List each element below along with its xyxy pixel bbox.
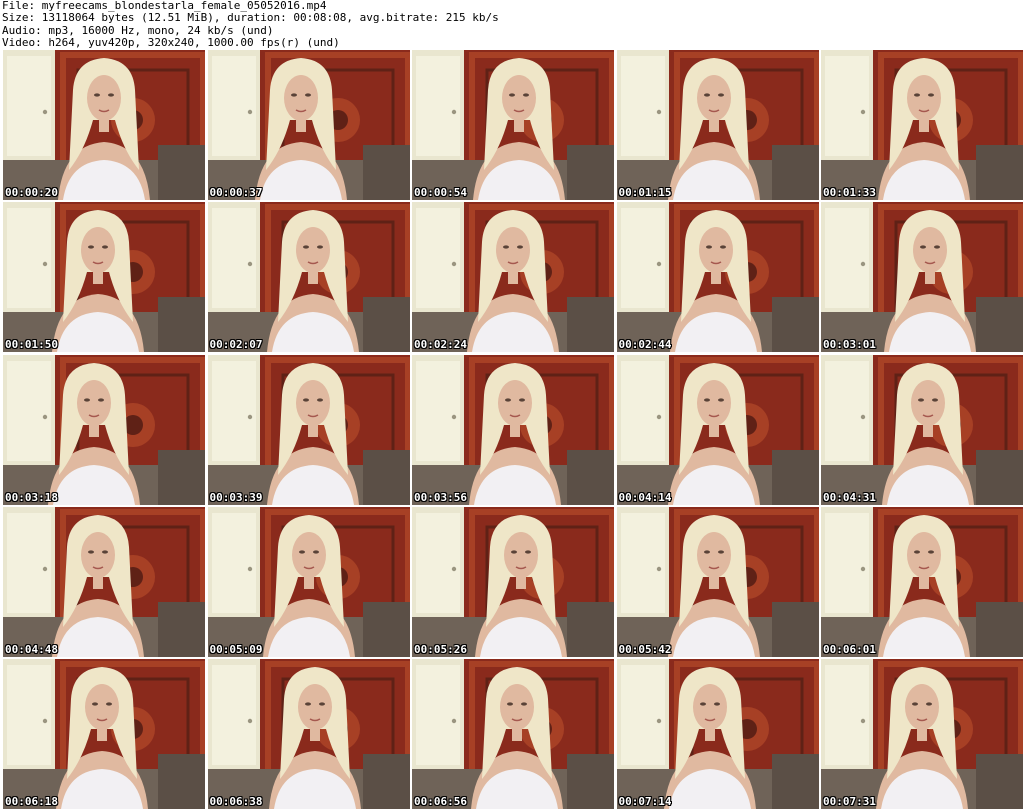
thumbnail-frame[interactable]: 00:01:15 bbox=[616, 50, 819, 200]
thumbnail-image bbox=[207, 202, 410, 353]
thumbnail-image bbox=[412, 202, 614, 353]
thumbnail-frame[interactable]: 00:06:56 bbox=[412, 659, 614, 810]
thumbnail-image bbox=[616, 202, 819, 353]
thumbnail-frame[interactable]: 00:00:37 bbox=[207, 50, 410, 200]
thumbnail-image bbox=[412, 659, 614, 810]
timestamp-label: 00:02:07 bbox=[209, 338, 263, 352]
file-info-header: File: myfreecams_blondestarla_female_050… bbox=[0, 0, 1024, 50]
thumbnail-image bbox=[412, 506, 614, 657]
thumbnail-image bbox=[616, 50, 819, 200]
thumbnail-image bbox=[207, 50, 410, 200]
thumbnail-frame[interactable]: 00:04:14 bbox=[616, 354, 819, 505]
thumbnail-image bbox=[616, 659, 819, 810]
thumbnail-frame[interactable]: 00:05:42 bbox=[616, 506, 819, 657]
thumbnail-image bbox=[3, 659, 205, 810]
thumbnail-frame[interactable]: 00:05:09 bbox=[207, 506, 410, 657]
thumbnail-frame[interactable]: 00:02:07 bbox=[207, 202, 410, 353]
thumbnail-image bbox=[3, 506, 205, 657]
thumbnail-image bbox=[821, 659, 1023, 810]
thumbnail-frame[interactable]: 00:06:38 bbox=[207, 659, 410, 810]
timestamp-label: 00:06:18 bbox=[5, 795, 58, 809]
thumbnail-frame[interactable]: 00:03:01 bbox=[821, 202, 1023, 353]
thumbnail-image bbox=[412, 50, 614, 200]
thumbnail-image bbox=[616, 354, 819, 505]
thumbnail-image bbox=[207, 506, 410, 657]
timestamp-label: 00:06:38 bbox=[209, 795, 263, 809]
timestamp-label: 00:07:14 bbox=[618, 795, 672, 809]
timestamp-label: 00:00:20 bbox=[5, 186, 58, 199]
timestamp-label: 00:00:54 bbox=[414, 186, 467, 199]
timestamp-label: 00:06:01 bbox=[823, 642, 876, 656]
thumbnail-frame[interactable]: 00:06:01 bbox=[821, 506, 1023, 657]
thumbnail-grid: 00:00:20 00:00:37 00:00:54 00:01:15 00:0… bbox=[0, 50, 1023, 810]
video-line: Video: h264, yuv420p, 320x240, 1000.00 f… bbox=[2, 35, 340, 49]
thumbnail-frame[interactable]: 00:05:26 bbox=[412, 506, 614, 657]
timestamp-label: 00:04:31 bbox=[823, 490, 876, 504]
timestamp-label: 00:01:33 bbox=[823, 186, 876, 199]
thumbnail-image bbox=[3, 50, 205, 200]
thumbnail-image bbox=[412, 354, 614, 505]
thumbnail-frame[interactable]: 00:03:39 bbox=[207, 354, 410, 505]
size-line: Size: 13118064 bytes (12.51 MiB), durati… bbox=[2, 11, 499, 25]
thumbnail-frame[interactable]: 00:02:44 bbox=[616, 202, 819, 353]
timestamp-label: 00:02:44 bbox=[618, 338, 672, 352]
thumbnail-frame[interactable]: 00:07:31 bbox=[821, 659, 1023, 810]
thumbnail-frame[interactable]: 00:00:54 bbox=[412, 50, 614, 200]
timestamp-label: 00:01:50 bbox=[5, 338, 58, 352]
timestamp-label: 00:07:31 bbox=[823, 795, 876, 809]
timestamp-label: 00:06:56 bbox=[414, 795, 467, 809]
thumbnail-image bbox=[821, 202, 1023, 353]
thumbnail-image bbox=[3, 202, 205, 353]
timestamp-label: 00:03:56 bbox=[414, 490, 467, 504]
thumbnail-frame[interactable]: 00:01:33 bbox=[821, 50, 1023, 200]
thumbnail-frame[interactable]: 00:07:14 bbox=[616, 659, 819, 810]
thumbnail-frame[interactable]: 00:04:31 bbox=[821, 354, 1023, 505]
thumbnail-frame[interactable]: 00:06:18 bbox=[3, 659, 205, 810]
timestamp-label: 00:05:09 bbox=[209, 642, 263, 656]
timestamp-label: 00:00:37 bbox=[209, 186, 263, 199]
timestamp-label: 00:02:24 bbox=[414, 338, 467, 352]
timestamp-label: 00:04:14 bbox=[618, 490, 672, 504]
timestamp-label: 00:05:26 bbox=[414, 642, 467, 656]
timestamp-label: 00:03:18 bbox=[5, 490, 58, 504]
timestamp-label: 00:03:01 bbox=[823, 338, 876, 352]
thumbnail-frame[interactable]: 00:04:48 bbox=[3, 506, 205, 657]
timestamp-label: 00:04:48 bbox=[5, 642, 58, 656]
thumbnail-frame[interactable]: 00:00:20 bbox=[3, 50, 205, 200]
thumbnail-image bbox=[3, 354, 205, 505]
thumbnail-image bbox=[207, 659, 410, 810]
timestamp-label: 00:05:42 bbox=[618, 642, 672, 656]
thumbnail-frame[interactable]: 00:03:56 bbox=[412, 354, 614, 505]
thumbnail-image bbox=[207, 354, 410, 505]
thumbnail-frame[interactable]: 00:01:50 bbox=[3, 202, 205, 353]
contact-sheet: File: myfreecams_blondestarla_female_050… bbox=[0, 0, 1024, 811]
thumbnail-image bbox=[616, 506, 819, 657]
thumbnail-image bbox=[821, 506, 1023, 657]
timestamp-label: 00:01:15 bbox=[618, 186, 672, 199]
thumbnail-image bbox=[821, 354, 1023, 505]
timestamp-label: 00:03:39 bbox=[209, 490, 263, 504]
thumbnail-frame[interactable]: 00:02:24 bbox=[412, 202, 614, 353]
thumbnail-image bbox=[821, 50, 1023, 200]
thumbnail-frame[interactable]: 00:03:18 bbox=[3, 354, 205, 505]
